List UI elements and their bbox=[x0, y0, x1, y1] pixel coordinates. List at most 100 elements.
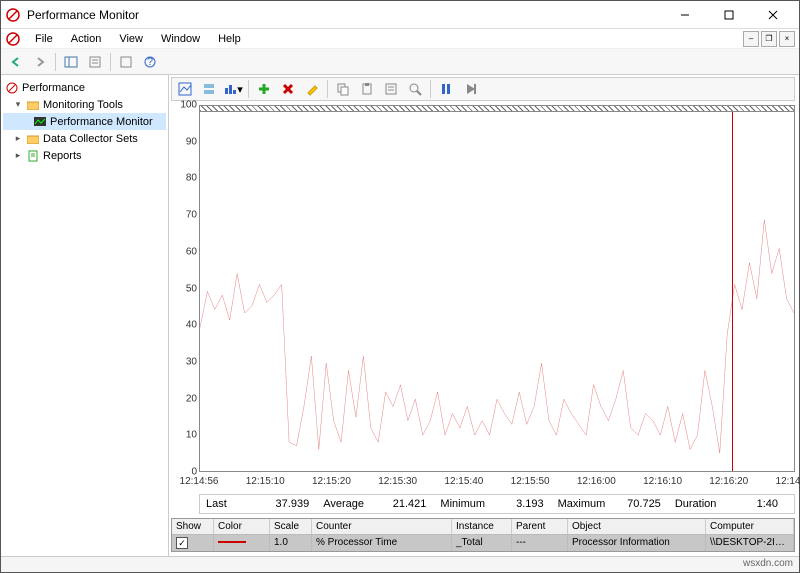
cell-object: Processor Information bbox=[568, 535, 706, 551]
perf-icon bbox=[5, 81, 19, 95]
tree-performance-monitor[interactable]: Performance Monitor bbox=[3, 113, 166, 130]
toolbar-show-hide[interactable] bbox=[60, 51, 82, 73]
stats-bar: Last37.939 Average21.421 Minimum3.193 Ma… bbox=[199, 494, 795, 514]
update-button[interactable] bbox=[459, 78, 481, 100]
cell-instance: _Total bbox=[452, 535, 512, 551]
x-tick: 12:16:10 bbox=[643, 476, 682, 487]
delete-counter-button[interactable] bbox=[277, 78, 299, 100]
y-tick: 70 bbox=[186, 210, 197, 221]
add-counter-button[interactable] bbox=[253, 78, 275, 100]
titlebar: Performance Monitor bbox=[1, 1, 799, 29]
tree-label: Performance Monitor bbox=[50, 116, 153, 128]
counter-grid[interactable]: Show Color Scale Counter Instance Parent… bbox=[171, 518, 795, 552]
forward-button[interactable] bbox=[29, 51, 51, 73]
chart-plot[interactable] bbox=[199, 105, 795, 472]
tree-reports[interactable]: ▸ Reports bbox=[3, 147, 166, 164]
paste-button[interactable] bbox=[356, 78, 378, 100]
grid-row[interactable]: ✓ 1.0 % Processor Time _Total --- Proces… bbox=[172, 535, 794, 551]
mdi-minimize[interactable]: – bbox=[743, 31, 759, 47]
toolbar-help[interactable]: ? bbox=[139, 51, 161, 73]
x-tick: 12:16:20 bbox=[709, 476, 748, 487]
back-button[interactable] bbox=[5, 51, 27, 73]
expand-icon[interactable]: ▸ bbox=[13, 150, 23, 161]
view-log-button[interactable] bbox=[198, 78, 220, 100]
mdi-restore[interactable]: ❐ bbox=[761, 31, 777, 47]
max-label: Maximum bbox=[558, 498, 606, 510]
close-button[interactable] bbox=[751, 2, 795, 28]
separator bbox=[55, 53, 56, 71]
toolbar-properties[interactable] bbox=[84, 51, 106, 73]
tree-label: Reports bbox=[43, 150, 82, 162]
report-icon bbox=[26, 149, 40, 163]
col-color[interactable]: Color bbox=[214, 519, 270, 534]
avg-label: Average bbox=[323, 498, 364, 510]
min-value: 3.193 bbox=[516, 498, 544, 510]
view-current-button[interactable] bbox=[174, 78, 196, 100]
last-label: Last bbox=[206, 498, 227, 510]
max-value: 70.725 bbox=[627, 498, 661, 510]
body: Performance ▾ Monitoring Tools Performan… bbox=[1, 75, 799, 556]
col-object[interactable]: Object bbox=[568, 519, 706, 534]
navigation-tree[interactable]: Performance ▾ Monitoring Tools Performan… bbox=[1, 75, 169, 556]
expand-icon[interactable]: ▸ bbox=[13, 133, 23, 144]
min-label: Minimum bbox=[440, 498, 485, 510]
copy-button[interactable] bbox=[332, 78, 354, 100]
cell-parent: --- bbox=[512, 535, 568, 551]
maximize-button[interactable] bbox=[707, 2, 751, 28]
folder-icon bbox=[26, 98, 40, 112]
x-tick: 12:15:10 bbox=[246, 476, 285, 487]
show-checkbox[interactable]: ✓ bbox=[176, 537, 188, 549]
col-instance[interactable]: Instance bbox=[452, 519, 512, 534]
expand-icon[interactable]: ▾ bbox=[13, 99, 23, 110]
monitor-icon bbox=[33, 115, 47, 129]
x-tick: 12:14:56 bbox=[180, 476, 219, 487]
grid-header: Show Color Scale Counter Instance Parent… bbox=[172, 519, 794, 535]
cell-counter: % Processor Time bbox=[312, 535, 452, 551]
dur-value: 1:40 bbox=[757, 498, 778, 510]
minimize-button[interactable] bbox=[663, 2, 707, 28]
mdi-close[interactable]: × bbox=[779, 31, 795, 47]
menu-file[interactable]: File bbox=[27, 31, 61, 47]
menu-window[interactable]: Window bbox=[153, 31, 208, 47]
highlight-button[interactable] bbox=[301, 78, 323, 100]
y-axis: 0102030405060708090100 bbox=[171, 105, 199, 472]
y-tick: 90 bbox=[186, 136, 197, 147]
tree-monitoring-tools[interactable]: ▾ Monitoring Tools bbox=[3, 96, 166, 113]
time-cursor bbox=[732, 112, 733, 471]
toolbar-export[interactable] bbox=[115, 51, 137, 73]
color-swatch bbox=[218, 541, 246, 543]
cell-computer: \\DESKTOP-2IDTCJG bbox=[706, 535, 794, 551]
x-tick: 12:15:20 bbox=[312, 476, 351, 487]
x-tick: 12:16:00 bbox=[577, 476, 616, 487]
menu-view[interactable]: View bbox=[111, 31, 151, 47]
col-scale[interactable]: Scale bbox=[270, 519, 312, 534]
col-computer[interactable]: Computer bbox=[706, 519, 794, 534]
tree-root[interactable]: Performance bbox=[3, 79, 166, 96]
app-icon bbox=[5, 7, 21, 23]
col-parent[interactable]: Parent bbox=[512, 519, 568, 534]
x-tick: 12:14:55 bbox=[776, 476, 800, 487]
y-tick: 10 bbox=[186, 430, 197, 441]
main-toolbar: ? bbox=[1, 49, 799, 75]
tree-label: Performance bbox=[22, 82, 85, 94]
zoom-button[interactable] bbox=[404, 78, 426, 100]
y-tick: 100 bbox=[180, 100, 197, 111]
y-tick: 30 bbox=[186, 356, 197, 367]
tree-label: Data Collector Sets bbox=[43, 133, 138, 145]
x-tick: 12:15:30 bbox=[378, 476, 417, 487]
chart-type-button[interactable]: ▾ bbox=[222, 78, 244, 100]
x-tick: 12:15:50 bbox=[511, 476, 550, 487]
properties-button[interactable] bbox=[380, 78, 402, 100]
col-show[interactable]: Show bbox=[172, 519, 214, 534]
separator bbox=[248, 80, 249, 98]
menu-action[interactable]: Action bbox=[63, 31, 110, 47]
separator bbox=[327, 80, 328, 98]
menu-help[interactable]: Help bbox=[210, 31, 249, 47]
y-tick: 80 bbox=[186, 173, 197, 184]
x-tick: 12:15:40 bbox=[444, 476, 483, 487]
separator bbox=[430, 80, 431, 98]
separator bbox=[110, 53, 111, 71]
col-counter[interactable]: Counter bbox=[312, 519, 452, 534]
freeze-button[interactable] bbox=[435, 78, 457, 100]
tree-data-collector[interactable]: ▸ Data Collector Sets bbox=[3, 130, 166, 147]
